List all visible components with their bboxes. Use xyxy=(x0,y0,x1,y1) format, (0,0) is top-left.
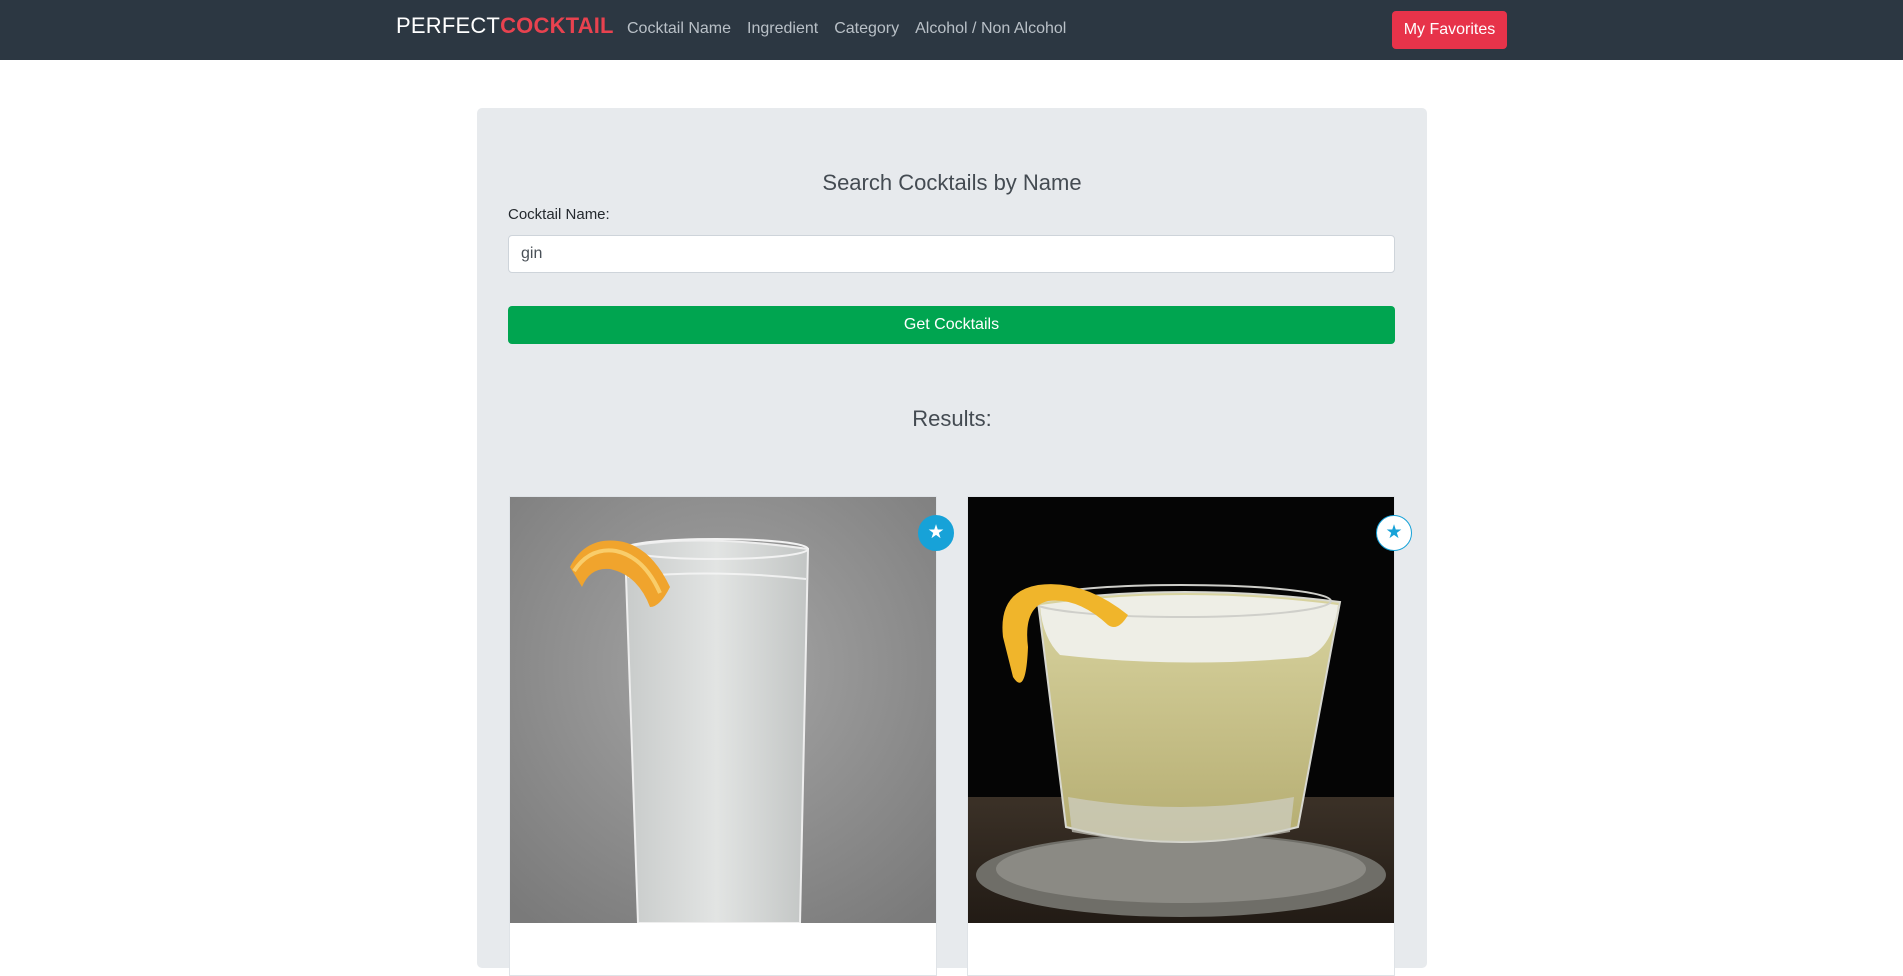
my-favorites-button[interactable]: My Favorites xyxy=(1392,11,1507,49)
results-title: Results: xyxy=(912,406,992,431)
nav-link-category[interactable]: Category xyxy=(834,20,899,38)
cocktail-card[interactable] xyxy=(967,496,1395,976)
nav-links: Cocktail Name Ingredient Category Alcoho… xyxy=(627,20,1066,38)
brand-cocktail: COCKTAIL xyxy=(500,13,614,38)
star-icon[interactable]: ★ xyxy=(918,515,954,551)
navbar: PERFECTCOCKTAIL Cocktail Name Ingredient… xyxy=(0,0,1903,60)
cocktail-card[interactable] xyxy=(509,496,937,976)
star-icon[interactable]: ★ xyxy=(1376,515,1412,551)
cocktail-name-input[interactable] xyxy=(508,235,1395,273)
search-title: Search Cocktails by Name xyxy=(822,170,1082,195)
brand-logo[interactable]: PERFECTCOCKTAIL xyxy=(396,13,614,39)
nav-link-ingredient[interactable]: Ingredient xyxy=(747,20,818,38)
get-cocktails-button[interactable]: Get Cocktails xyxy=(508,306,1395,344)
brand-perfect: PERFECT xyxy=(396,13,501,38)
nav-link-alcohol[interactable]: Alcohol / Non Alcohol xyxy=(915,20,1066,38)
nav-link-cocktail-name[interactable]: Cocktail Name xyxy=(627,20,731,38)
cocktail-image[interactable] xyxy=(968,497,1394,923)
cocktail-name-label: Cocktail Name: xyxy=(508,206,610,223)
cocktail-image[interactable] xyxy=(510,497,936,923)
